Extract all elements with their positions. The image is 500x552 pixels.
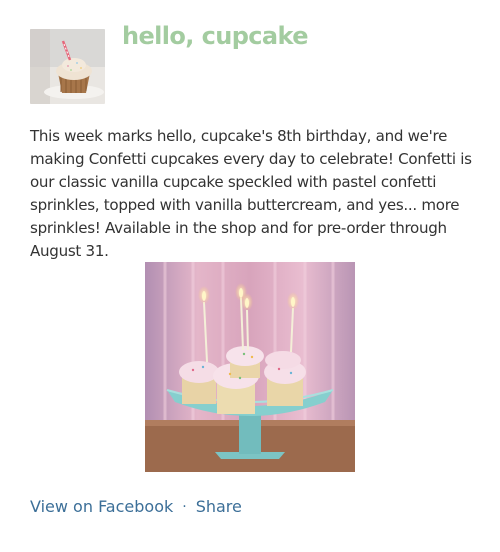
cupcake-avatar-icon: [30, 29, 105, 104]
facebook-post: hello, cupcake This week marks hello, cu…: [0, 0, 500, 552]
share-link[interactable]: Share: [196, 497, 242, 516]
action-separator: ·: [182, 499, 187, 515]
view-on-facebook-link[interactable]: View on Facebook: [30, 497, 173, 516]
page-name-link[interactable]: hello, cupcake: [122, 22, 308, 50]
page-avatar[interactable]: [30, 29, 105, 104]
birthday-cupcakes-photo-icon: [145, 262, 355, 472]
post-actions: View on Facebook · Share: [30, 497, 242, 516]
post-photo[interactable]: [145, 262, 355, 472]
post-message: This week marks hello, cupcake's 8th bir…: [30, 127, 472, 260]
